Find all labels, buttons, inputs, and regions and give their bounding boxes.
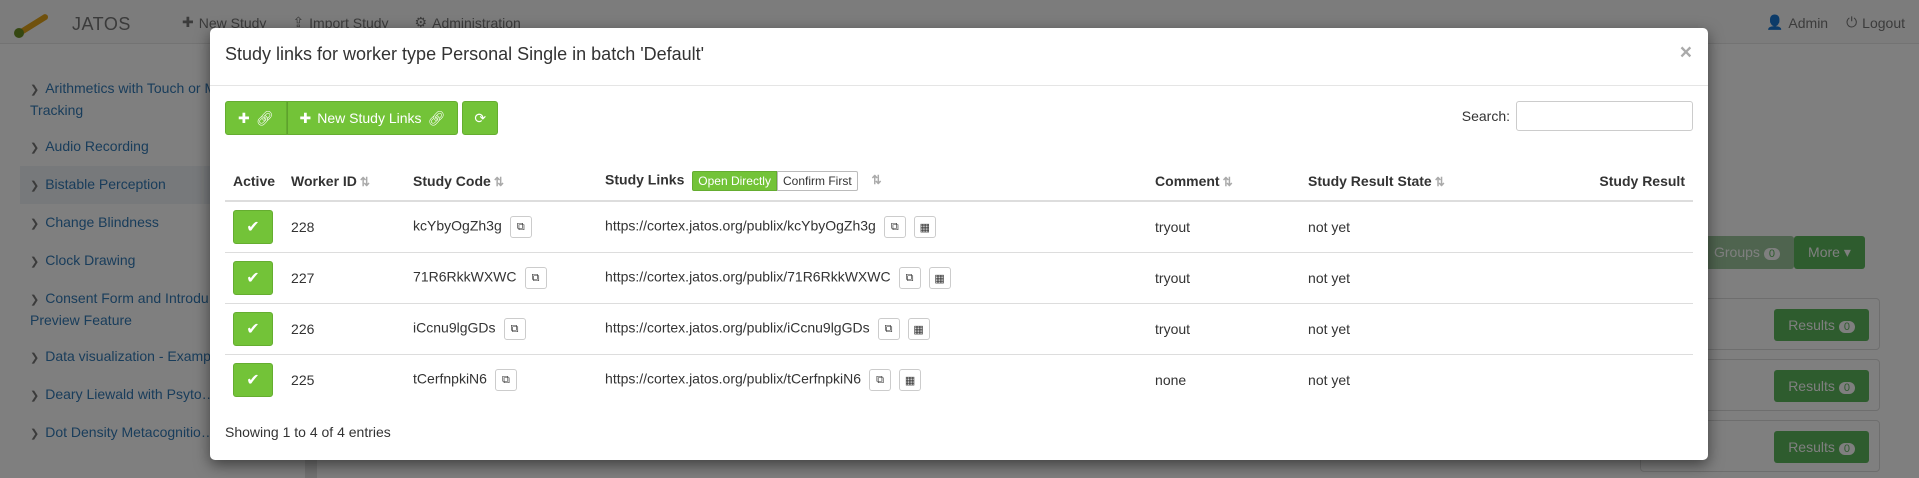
result-state-cell: not yet (1300, 200, 1537, 253)
study-links-modal: Study links for worker type Personal Sin… (210, 28, 1708, 460)
new-links-button-group: ✚ 🔗︎ ✚ New Study Links 🔗︎ (225, 101, 459, 135)
column-comment[interactable]: Comment ⇅ (1147, 161, 1301, 202)
comment-cell: tryout (1147, 303, 1301, 355)
result-state-cell: not yet (1300, 303, 1537, 355)
study-code-cell: kcYbyOgZh3g ⧉ (405, 200, 598, 253)
sort-icon: ⇅ (871, 173, 882, 188)
modal-header: Study links for worker type Personal Sin… (210, 28, 1708, 86)
copy-icon[interactable]: ⧉ (524, 267, 547, 289)
plus-icon: ✚ (299, 109, 312, 126)
table-info: Showing 1 to 4 of 4 entries (225, 423, 391, 440)
plus-icon: ✚ (238, 109, 250, 126)
active-cell: ✔ (225, 303, 284, 355)
close-button[interactable]: × (1680, 42, 1692, 63)
sort-icon: ⇅ (1222, 174, 1233, 189)
active-cell: ✔ (225, 200, 284, 253)
study-result-cell (1536, 252, 1693, 304)
comment-cell: none (1147, 354, 1301, 406)
copy-icon[interactable]: ⧉ (898, 267, 921, 289)
column-result-state[interactable]: Study Result State ⇅ (1300, 161, 1537, 202)
study-result-cell (1536, 354, 1693, 406)
check-icon: ✔ (246, 321, 260, 338)
study-code-cell: 71R6RkkWXWC ⧉ (405, 252, 598, 304)
copy-icon[interactable]: ⧉ (494, 369, 517, 392)
active-toggle-button[interactable]: ✔ (233, 312, 273, 346)
add-link-button[interactable]: ✚ 🔗︎ (225, 101, 287, 135)
search-input[interactable] (1516, 101, 1693, 131)
new-study-links-button[interactable]: ✚ New Study Links 🔗︎ (286, 101, 459, 135)
link-icon: 🔗︎ (255, 109, 274, 126)
table-header-row: Active Worker ID ⇅ Study Code ⇅ Study Link… (225, 161, 1693, 202)
column-study-links[interactable]: Study Links Open Directly Confirm First … (597, 161, 1148, 202)
check-icon: ✔ (246, 372, 260, 390)
modal-body: ✚ 🔗︎ ✚ New Study Links 🔗︎ ⟳ Search: Acti… (210, 86, 1708, 455)
worker-id-cell: 226 (283, 303, 406, 355)
study-link-cell: https://cortex.jatos.org/publix/71R6RkkW… (597, 252, 1148, 304)
result-state-cell: not yet (1300, 252, 1537, 304)
worker-id-cell: 228 (283, 200, 406, 253)
comment-cell: tryout (1147, 200, 1301, 253)
study-links-table: Active Worker ID ⇅ Study Code ⇅ Study Link… (225, 161, 1693, 406)
active-cell: ✔ (225, 252, 284, 304)
column-active[interactable]: Active (225, 161, 284, 202)
study-link-cell: https://cortex.jatos.org/publix/tCerfnpk… (597, 354, 1148, 406)
active-cell: ✔ (225, 354, 284, 406)
confirm-first-toggle[interactable]: Confirm First (776, 170, 858, 191)
search-label: Search: (1461, 108, 1510, 124)
modal-title: Study links for worker type Personal Sin… (225, 44, 705, 64)
result-state-cell: not yet (1300, 354, 1537, 406)
refresh-icon: ⟳ (474, 109, 487, 126)
qr-code-icon[interactable]: ▦ (928, 267, 951, 289)
sort-icon: ⇅ (359, 174, 370, 189)
copy-icon[interactable]: ⧉ (877, 318, 900, 340)
copy-icon[interactable]: ⧉ (503, 318, 526, 340)
column-worker-id[interactable]: Worker ID ⇅ (283, 161, 406, 202)
column-study-result[interactable]: Study Result (1536, 161, 1693, 202)
comment-cell: tryout (1147, 252, 1301, 304)
open-directly-toggle[interactable]: Open Directly (692, 170, 777, 191)
table-row: ✔ 225 tCerfnpkiN6 ⧉ https://cortex.jatos.… (225, 354, 1693, 406)
study-result-cell (1536, 303, 1693, 355)
search-area: Search: (1462, 101, 1693, 131)
table-row: ✔ 226 iCcnu9lgGDs ⧉ https://cortex.jatos.… (225, 303, 1693, 355)
table-row: ✔ 228 kcYbyOgZh3g ⧉ https://cortex.jatos.… (225, 200, 1693, 253)
column-study-code[interactable]: Study Code ⇅ (405, 161, 598, 202)
worker-id-cell: 225 (283, 354, 406, 406)
refresh-button[interactable]: ⟳ (462, 101, 499, 135)
copy-icon[interactable]: ⧉ (883, 216, 906, 238)
study-result-cell (1536, 200, 1693, 253)
copy-icon[interactable]: ⧉ (509, 216, 532, 238)
sort-icon: ⇅ (493, 174, 504, 189)
study-code-cell: tCerfnpkiN6 ⧉ (405, 354, 598, 406)
active-toggle-button[interactable]: ✔ (233, 261, 273, 295)
table-row: ✔ 227 71R6RkkWXWC ⧉ https://cortex.jatos.… (225, 252, 1693, 304)
study-code-cell: iCcnu9lgGDs ⧉ (405, 303, 598, 355)
worker-id-cell: 227 (283, 252, 406, 304)
sort-icon: ⇅ (1434, 174, 1445, 189)
qr-code-icon[interactable]: ▦ (899, 369, 922, 392)
active-toggle-button[interactable]: ✔ (233, 210, 273, 244)
qr-code-icon[interactable]: ▦ (907, 318, 930, 340)
check-icon: ✔ (246, 219, 260, 236)
copy-icon[interactable]: ⧉ (869, 369, 892, 392)
qr-code-icon[interactable]: ▦ (913, 216, 936, 238)
study-link-cell: https://cortex.jatos.org/publix/iCcnu9lg… (597, 303, 1148, 355)
link-icon: 🔗︎ (427, 109, 446, 126)
check-icon: ✔ (246, 270, 260, 287)
active-toggle-button[interactable]: ✔ (233, 363, 273, 398)
link-mode-toggle: Open Directly Confirm First (692, 170, 858, 191)
study-link-cell: https://cortex.jatos.org/publix/kcYbyOgZ… (597, 200, 1148, 253)
